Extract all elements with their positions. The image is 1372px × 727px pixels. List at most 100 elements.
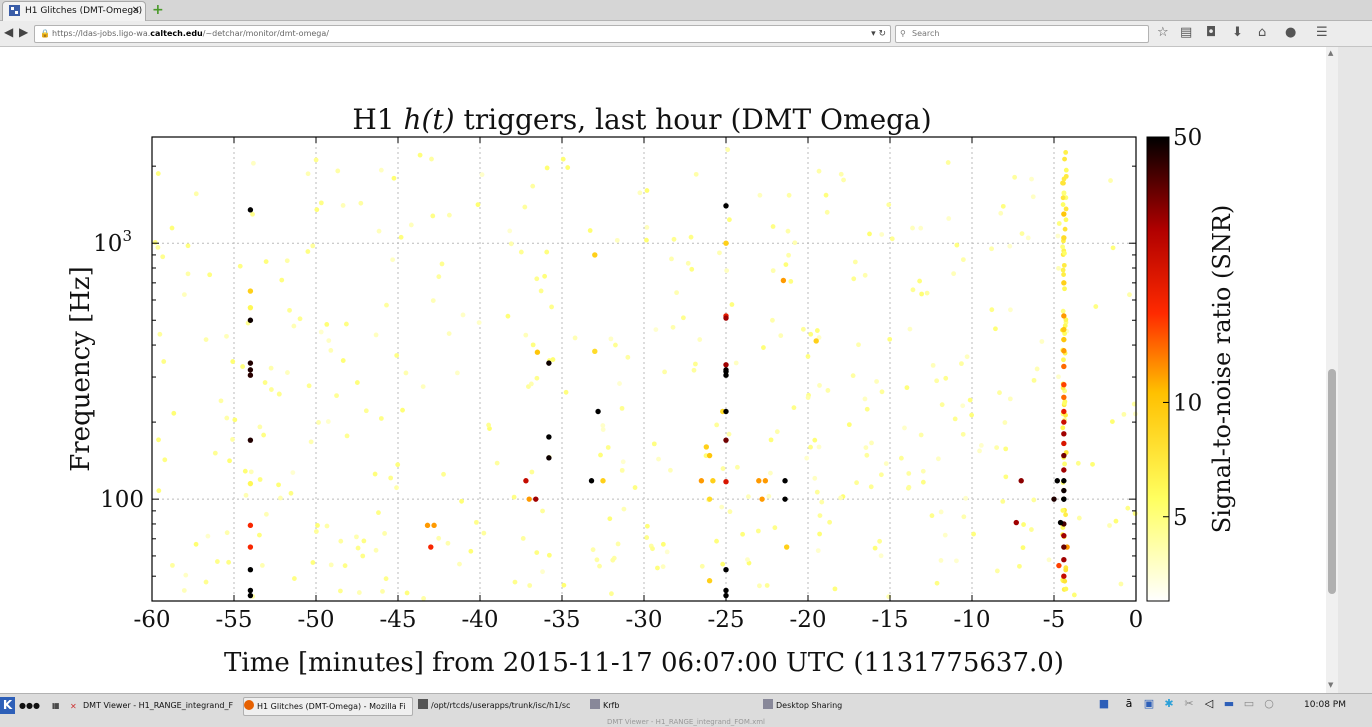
- trigger-point: [1061, 556, 1067, 563]
- kde-menu-icon[interactable]: K: [0, 697, 15, 714]
- trigger-point: [457, 561, 462, 567]
- trigger-point: [852, 259, 858, 265]
- chat-icon[interactable]: ●: [1285, 24, 1296, 42]
- trigger-point: [862, 396, 868, 402]
- vertical-scrollbar[interactable]: ▲ ▼: [1326, 47, 1338, 693]
- trigger-point: [697, 337, 703, 342]
- trigger-point: [1063, 206, 1069, 212]
- trigger-point: [257, 477, 263, 482]
- trigger-point: [373, 547, 379, 553]
- url-bar[interactable]: 🔒 https://ldas-jobs.ligo-wa.caltech.edu/…: [34, 25, 891, 43]
- menu-icon[interactable]: ☰: [1316, 24, 1328, 42]
- trigger-point: [398, 234, 404, 240]
- trigger-point: [424, 522, 431, 529]
- trigger-point: [276, 391, 282, 397]
- grid: [152, 137, 1136, 601]
- trigger-point: [920, 468, 926, 474]
- trigger-point: [1061, 190, 1067, 196]
- show-desktop-icon[interactable]: ▦: [52, 697, 60, 714]
- trigger-point: [650, 546, 655, 552]
- trigger-point: [714, 538, 719, 544]
- reading-list-icon[interactable]: ▤: [1180, 24, 1192, 42]
- search-input[interactable]: ⚲ Search: [895, 25, 1149, 43]
- trigger-point: [1061, 326, 1067, 333]
- trigger-point: [919, 291, 925, 297]
- display-icon[interactable]: ▬: [1222, 697, 1236, 711]
- scrollbar-thumb[interactable]: [1328, 369, 1336, 594]
- trigger-point: [546, 552, 552, 558]
- trigger-point: [1109, 419, 1115, 425]
- trigger-point: [316, 420, 321, 425]
- new-tab-icon[interactable]: +: [152, 1, 164, 19]
- trigger-point: [185, 271, 191, 277]
- dmt-viewer-icon: ✕: [70, 702, 77, 711]
- task-dmt-viewer[interactable]: ✕ DMT Viewer - H1_RANGE_integrand_F: [70, 697, 238, 714]
- trigger-point: [1018, 478, 1024, 484]
- task-firefox[interactable]: H1 Glitches (DMT-Omega) - Mozilla Fi: [243, 697, 413, 716]
- trigger-point: [1000, 203, 1006, 209]
- bluetooth-icon[interactable]: ✱: [1162, 697, 1176, 711]
- trigger-point: [360, 553, 366, 559]
- trigger-point: [671, 236, 677, 242]
- trigger-point: [703, 444, 710, 450]
- trigger-point: [544, 165, 550, 171]
- trigger-point: [610, 557, 616, 563]
- task-terminal[interactable]: /opt/rtcds/userapps/trunk/isc/h1/sc: [418, 697, 586, 714]
- trigger-point: [600, 478, 606, 484]
- y-axis-label: Frequency [Hz]: [66, 266, 96, 472]
- trigger-point: [597, 563, 602, 569]
- trigger-point: [1062, 286, 1067, 292]
- trigger-point: [592, 348, 598, 355]
- trigger-point: [605, 445, 611, 450]
- trigger-point: [720, 561, 726, 567]
- pager-icon[interactable]: ●●●: [19, 697, 40, 714]
- trigger-point: [324, 322, 330, 327]
- pocket-icon[interactable]: ◘: [1206, 24, 1216, 42]
- trigger-point: [706, 578, 713, 584]
- back-icon[interactable]: ◀: [4, 25, 13, 39]
- trigger-point: [1063, 586, 1069, 592]
- trigger-point: [363, 408, 369, 414]
- trigger-point: [766, 493, 772, 499]
- clipboard-icon[interactable]: ▭: [1242, 697, 1256, 711]
- trigger-point: [193, 541, 199, 547]
- star-icon[interactable]: ☆: [1157, 24, 1169, 42]
- trigger-point: [1060, 508, 1066, 513]
- trigger-point: [290, 470, 296, 476]
- trigger-point: [1060, 195, 1066, 201]
- browser-tab[interactable]: H1 Glitches (DMT-Omega) ✕: [2, 1, 146, 21]
- trigger-point: [792, 240, 798, 246]
- trigger-point: [951, 271, 957, 277]
- forward-icon[interactable]: ▶: [19, 25, 28, 39]
- task-krfb[interactable]: Krfb: [590, 697, 690, 714]
- devices-icon[interactable]: ✂: [1182, 697, 1196, 711]
- reload-icon[interactable]: ▾ ↻: [871, 26, 886, 42]
- input-method-icon[interactable]: ā: [1122, 697, 1136, 711]
- updates-icon[interactable]: ▣: [1142, 697, 1156, 711]
- scroll-down-icon[interactable]: ▼: [1328, 681, 1333, 689]
- trigger-point: [226, 559, 232, 565]
- trigger-point: [1057, 519, 1064, 526]
- task-desktop-sharing[interactable]: Desktop Sharing: [763, 697, 883, 714]
- download-icon[interactable]: ⬇: [1232, 24, 1243, 42]
- trigger-point: [762, 478, 769, 484]
- tab-title: H1 Glitches (DMT-Omega): [25, 6, 143, 16]
- trigger-point: [997, 390, 1002, 396]
- trigger-point: [430, 298, 436, 303]
- home-icon[interactable]: ⌂: [1258, 24, 1266, 42]
- trigger-point: [162, 457, 168, 463]
- trigger-point: [391, 175, 397, 181]
- clock[interactable]: 10:08 PM: [1304, 697, 1346, 713]
- volume-icon[interactable]: ◁: [1202, 697, 1216, 711]
- network-icon[interactable]: ■: [1097, 697, 1111, 711]
- tab-close-icon[interactable]: ✕: [132, 2, 140, 20]
- tray-expand-icon[interactable]: ○: [1262, 697, 1276, 711]
- trigger-point: [429, 156, 434, 162]
- trigger-point: [533, 496, 539, 502]
- colorbar-tick-label: 5: [1173, 505, 1188, 531]
- trigger-point: [247, 592, 254, 599]
- trigger-point: [886, 202, 892, 208]
- trigger-point: [540, 508, 545, 514]
- trigger-point: [906, 484, 912, 490]
- scroll-up-icon[interactable]: ▲: [1328, 49, 1333, 57]
